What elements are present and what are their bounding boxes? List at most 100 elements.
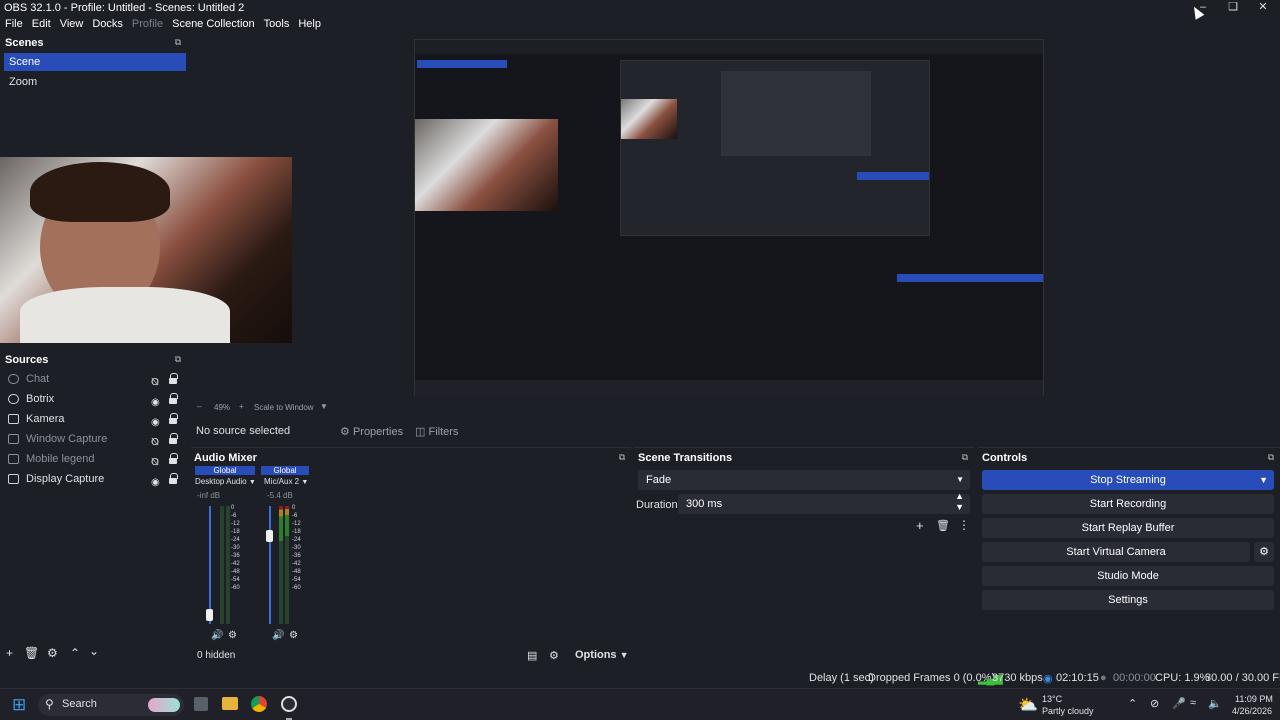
obs-icon[interactable] — [281, 696, 297, 712]
search-box[interactable]: ⚲ Search — [38, 694, 184, 716]
transition-select[interactable]: Fade ▼ — [638, 470, 970, 490]
microphone-icon[interactable]: 🎤 — [1172, 697, 1186, 710]
speaker-icon[interactable]: 🔊 — [272, 630, 284, 641]
file-explorer-icon[interactable] — [222, 697, 238, 710]
lock-icon[interactable] — [169, 393, 178, 404]
zoom-out-button[interactable]: – — [197, 402, 201, 411]
start-replay-buffer-button[interactable]: Start Replay Buffer — [982, 518, 1274, 538]
lock-icon[interactable] — [169, 413, 178, 424]
menu-scene-collection[interactable]: Scene Collection — [168, 16, 259, 32]
menu-docks[interactable]: Docks — [88, 16, 127, 32]
scene-item[interactable]: Zoom — [4, 73, 186, 91]
volume-fader-track[interactable] — [209, 506, 211, 624]
gear-icon[interactable]: ⚙ — [47, 646, 58, 660]
source-item[interactable]: Window Capture ⦰ — [4, 429, 184, 449]
volume-fader-handle[interactable] — [266, 530, 273, 542]
channel-name[interactable]: Mic/Aux 2 ▼ — [264, 477, 308, 486]
dropped-frames: Dropped Frames 0 (0.0%) — [868, 672, 996, 684]
lock-icon[interactable] — [169, 433, 178, 444]
volume-fader-track[interactable] — [269, 506, 271, 624]
float-dock-icon[interactable]: ⧉ — [960, 452, 970, 462]
move-down-icon[interactable]: ⌄ — [89, 644, 99, 658]
volume-fader-handle[interactable] — [206, 609, 213, 621]
global-badge: Global — [261, 466, 309, 475]
transitions-title: Scene Transitions — [638, 452, 733, 464]
lock-icon[interactable] — [169, 473, 178, 484]
chevron-down-icon[interactable]: ▼ — [1259, 470, 1268, 490]
mixer-options-button[interactable]: Options ▼ — [575, 649, 629, 661]
add-transition-icon[interactable]: + — [916, 518, 924, 533]
nested-inner-deeper — [721, 71, 871, 156]
source-item[interactable]: Mobile legend ⦰ — [4, 449, 184, 469]
add-source-icon[interactable]: + — [6, 646, 13, 660]
menu-help[interactable]: Help — [294, 16, 325, 32]
gear-icon[interactable]: ⚙ — [1254, 542, 1274, 562]
move-up-icon[interactable]: ⌃ — [70, 646, 80, 660]
menu-tools[interactable]: Tools — [260, 16, 294, 32]
chrome-icon[interactable] — [251, 696, 267, 712]
float-dock-icon[interactable]: ⧉ — [173, 37, 183, 47]
channel-name[interactable]: Desktop Audio ▼ — [195, 477, 256, 486]
start-recording-button[interactable]: Start Recording — [982, 494, 1274, 514]
stream-time: 02:10:15 — [1056, 672, 1099, 684]
menu-profile[interactable]: Profile — [128, 16, 167, 32]
task-view-icon[interactable] — [194, 697, 208, 711]
source-item[interactable]: Chat ⦰ — [4, 369, 184, 389]
speaker-icon[interactable]: 🔊 — [211, 630, 223, 641]
chevron-down-icon[interactable]: ▼ — [320, 402, 328, 411]
menu-view[interactable]: View — [56, 16, 88, 32]
source-item[interactable]: Display Capture ◉ — [4, 469, 184, 489]
bitrate: 3730 kbps — [992, 672, 1043, 684]
channel-settings-icon[interactable]: ⚙ — [228, 630, 237, 641]
nested-taskbar — [415, 380, 1043, 396]
network-off-icon[interactable]: ⊘ — [1150, 697, 1159, 710]
source-item[interactable]: Botrix ◉ — [4, 389, 184, 409]
nested-titlebar — [415, 40, 1043, 54]
wifi-icon[interactable]: ≈ — [1190, 697, 1196, 709]
scale-mode[interactable]: Scale to Window — [254, 403, 314, 412]
record-time: 00:00:00 — [1113, 672, 1156, 684]
float-dock-icon[interactable]: ⧉ — [173, 354, 183, 364]
sources-dock: Sources ⧉ Chat ⦰ Botrix ◉ Kamera ◉ Windo… — [0, 350, 188, 665]
menu-edit[interactable]: Edit — [28, 16, 55, 32]
person-shirt — [20, 287, 230, 343]
studio-mode-button[interactable]: Studio Mode — [982, 566, 1274, 586]
duration-input[interactable]: 300 ms ▲ ▼ — [678, 491, 970, 514]
trash-icon[interactable]: 🗑 — [24, 646, 39, 660]
stepper-icon[interactable]: ▲ ▼ — [955, 491, 964, 513]
eye-icon[interactable]: ◉ — [151, 473, 160, 493]
chevron-up-icon[interactable]: ⌃ — [1128, 697, 1137, 710]
maximize-icon[interactable]: ❑ — [1218, 0, 1248, 16]
advanced-audio-icon[interactable]: ⚙ — [549, 649, 559, 662]
trash-icon[interactable]: 🗑 — [936, 519, 950, 532]
layout-icon[interactable]: ▤ — [527, 649, 537, 662]
windows-start-icon[interactable]: ⊞ — [12, 695, 26, 715]
controls-title: Controls — [982, 452, 1028, 464]
start-virtual-camera-button[interactable]: Start Virtual Camera — [982, 542, 1250, 562]
lock-icon[interactable] — [169, 453, 178, 464]
zoom-in-button[interactable]: + — [239, 402, 244, 411]
float-dock-icon[interactable]: ⧉ — [1266, 452, 1276, 462]
lock-icon[interactable] — [169, 373, 178, 384]
zoom-level: 49% — [214, 403, 231, 412]
settings-button[interactable]: Settings — [982, 590, 1274, 610]
more-options-icon[interactable]: ⋮ — [958, 518, 970, 532]
volume-meter — [220, 506, 224, 624]
volume-meter-level — [279, 506, 283, 541]
meter-scale: 0 -6 -12 -18 -24 -30 -36 -42 -48 -54 -60 — [292, 505, 301, 591]
menu-file[interactable]: File — [1, 16, 27, 32]
source-item[interactable]: Kamera ◉ — [4, 409, 184, 429]
fps: 30.00 / 30.00 FPS — [1205, 672, 1280, 684]
scene-item[interactable]: Scene — [4, 53, 186, 71]
meter-scale: 0 -6 -12 -18 -24 -30 -36 -42 -48 -54 -60 — [231, 505, 240, 591]
source-label: Kamera — [26, 413, 65, 425]
stop-streaming-button[interactable]: Stop Streaming ▼ — [982, 470, 1274, 490]
properties-button[interactable]: ⚙ Properties — [340, 425, 403, 438]
filters-button[interactable]: ◫ Filters — [415, 425, 458, 438]
channel-settings-icon[interactable]: ⚙ — [289, 630, 298, 641]
volume-icon[interactable]: 🔈 — [1208, 697, 1222, 710]
scenes-title: Scenes — [5, 37, 44, 49]
weather-icon[interactable]: ⛅ — [1018, 695, 1038, 715]
float-dock-icon[interactable]: ⧉ — [617, 452, 627, 462]
close-icon[interactable]: ✕ — [1248, 0, 1278, 16]
